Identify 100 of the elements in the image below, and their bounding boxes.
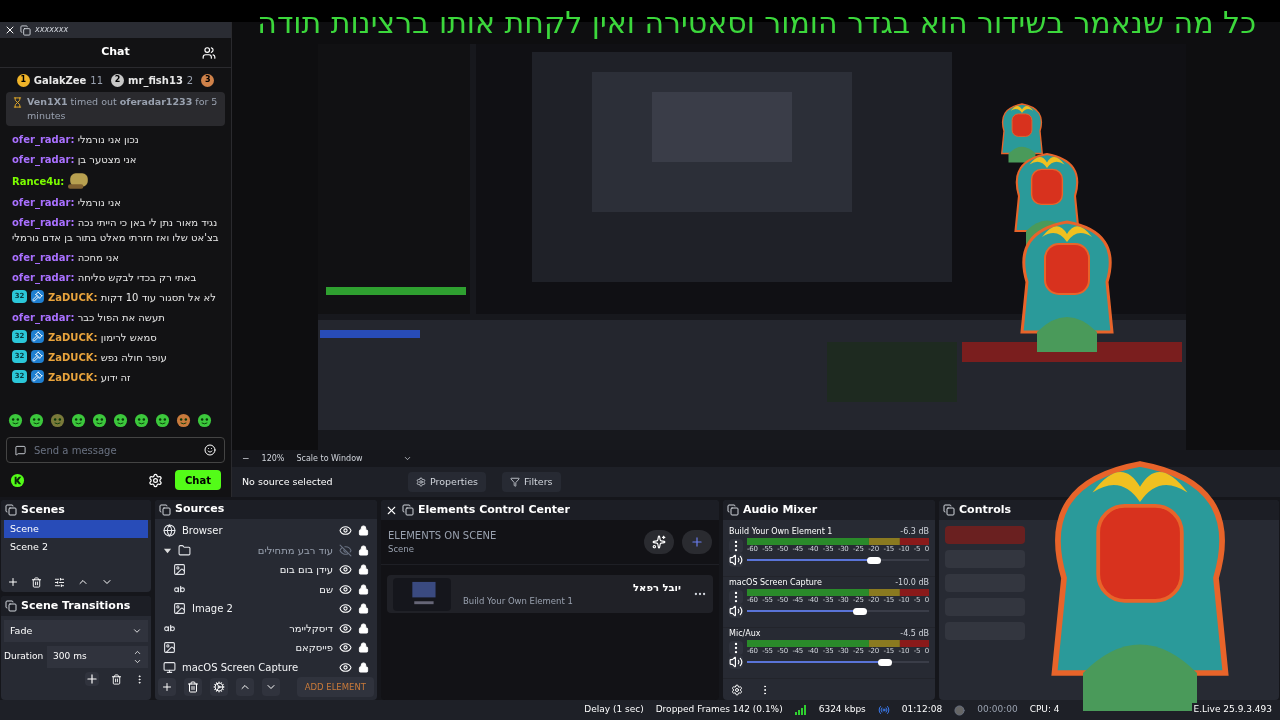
dock-float-icon[interactable] <box>5 504 17 516</box>
add-icon[interactable] <box>7 576 19 588</box>
volume-icon[interactable] <box>729 604 743 618</box>
decrement-icon[interactable] <box>133 657 142 666</box>
eye-off-icon[interactable] <box>339 543 352 557</box>
users-icon[interactable] <box>202 45 216 60</box>
emote-icon[interactable] <box>29 412 44 428</box>
volume-slider[interactable] <box>747 657 929 667</box>
emote-icon[interactable] <box>113 412 128 428</box>
element-subtitle: Build Your Own Element 1 <box>463 595 574 608</box>
move-up-icon[interactable] <box>236 678 254 696</box>
eye-icon[interactable] <box>339 582 352 596</box>
source-item[interactable]: Image 2 <box>155 599 377 619</box>
lock-icon[interactable] <box>358 603 369 615</box>
logo-icon[interactable] <box>10 472 25 488</box>
globe-icon <box>163 524 176 538</box>
increment-icon[interactable] <box>133 648 142 657</box>
filter-icon[interactable] <box>54 576 65 588</box>
sparkles-icon[interactable] <box>644 530 674 554</box>
volume-icon[interactable] <box>729 655 743 669</box>
emote-icon[interactable] <box>50 412 65 428</box>
source-name: Image 2 <box>192 602 234 617</box>
eye-icon[interactable] <box>339 641 352 655</box>
dock-float-icon[interactable] <box>159 503 171 516</box>
scale-dropdown[interactable]: Scale to Window <box>296 452 412 465</box>
dock-float-icon[interactable] <box>727 504 739 516</box>
eye-icon[interactable] <box>339 602 352 616</box>
dock-title: Scenes <box>21 501 65 518</box>
lock-icon[interactable] <box>358 622 369 634</box>
message-input[interactable]: Send a message <box>34 442 196 458</box>
preview-tab[interactable]: Filters <box>502 472 561 492</box>
lock-icon[interactable] <box>358 525 369 537</box>
close-icon[interactable] <box>4 24 16 36</box>
dock-float-icon[interactable] <box>20 24 31 36</box>
volume-slider[interactable] <box>747 606 929 616</box>
duration-field[interactable]: 300 ms <box>47 646 148 668</box>
more-icon[interactable] <box>729 640 743 655</box>
emote-icon[interactable] <box>8 412 23 428</box>
zoom-out-button[interactable]: − <box>242 451 250 466</box>
trash-icon[interactable] <box>184 678 202 696</box>
settings-icon[interactable] <box>210 678 228 696</box>
lock-icon[interactable] <box>358 642 369 654</box>
add-element-button[interactable]: ADD ELEMENT <box>296 677 374 697</box>
filter-icon <box>510 477 520 487</box>
scene-item[interactable]: Scene <box>4 520 148 538</box>
volume-icon[interactable] <box>729 553 743 567</box>
more-icon[interactable] <box>729 538 743 553</box>
emote-icon[interactable] <box>155 412 170 428</box>
dock-float-icon[interactable] <box>943 504 955 516</box>
transition-dropdown[interactable]: Fade <box>4 620 148 642</box>
chat-username[interactable]: Rance4u: <box>12 173 65 189</box>
source-item[interactable]: שם <box>155 579 377 599</box>
eye-icon[interactable] <box>339 660 352 674</box>
source-item[interactable]: עידן בום בום <box>155 560 377 580</box>
eye-icon[interactable] <box>339 563 352 577</box>
add-icon[interactable] <box>158 678 176 696</box>
source-item[interactable]: עוד רבע מתחילים <box>155 540 377 560</box>
lock-icon[interactable] <box>358 661 369 673</box>
emote-icon[interactable] <box>197 412 212 428</box>
volume-slider[interactable] <box>747 555 929 565</box>
source-item[interactable]: Browser <box>155 521 377 541</box>
dock-float-icon[interactable] <box>5 600 17 612</box>
lock-icon[interactable] <box>358 583 369 595</box>
preview-tab[interactable]: Properties <box>408 472 486 492</box>
more-icon[interactable] <box>729 589 743 604</box>
emote-icon[interactable] <box>176 412 191 428</box>
eye-icon[interactable] <box>339 621 352 635</box>
add-icon[interactable] <box>85 672 99 686</box>
message-field[interactable]: Send a message <box>6 437 225 463</box>
emote-icon[interactable] <box>92 412 107 428</box>
scene-item[interactable]: Scene 2 <box>4 538 148 556</box>
rank-badge: 3 <box>201 73 215 87</box>
dock-title: xxxxxxx <box>35 24 69 36</box>
leader-name: mr_fish13 <box>128 73 183 88</box>
settings-icon[interactable] <box>731 683 743 696</box>
eye-icon[interactable] <box>339 524 352 538</box>
source-item[interactable]: macOS Screen Capture <box>155 657 377 677</box>
zoom-level[interactable]: 120% <box>261 452 285 465</box>
emote-icon[interactable] <box>71 412 86 428</box>
emoji-icon[interactable] <box>204 444 216 456</box>
settings-icon[interactable] <box>148 472 163 488</box>
lock-icon[interactable] <box>358 564 369 576</box>
dock-float-icon[interactable] <box>402 504 414 516</box>
leader-count: 2 <box>186 73 194 88</box>
lock-icon[interactable] <box>358 544 369 556</box>
emote-icon[interactable] <box>134 412 149 428</box>
move-down-icon[interactable] <box>262 678 280 696</box>
chat-send-button[interactable]: Chat <box>175 470 221 490</box>
trash-icon[interactable] <box>111 673 122 685</box>
slider-thumb[interactable] <box>867 556 882 564</box>
source-item[interactable]: פייסקאם <box>155 638 377 658</box>
source-name: עוד רבע מתחילים <box>256 543 333 558</box>
source-item[interactable]: דיסקליימר <box>155 618 377 638</box>
slider-thumb[interactable] <box>878 658 893 666</box>
dock-title: Audio Mixer <box>743 501 818 518</box>
rank-badge: 1 <box>16 73 30 87</box>
signal-icon <box>794 705 807 715</box>
slider-thumb[interactable] <box>852 607 867 615</box>
trash-icon[interactable] <box>31 576 42 588</box>
image-icon <box>163 641 176 655</box>
